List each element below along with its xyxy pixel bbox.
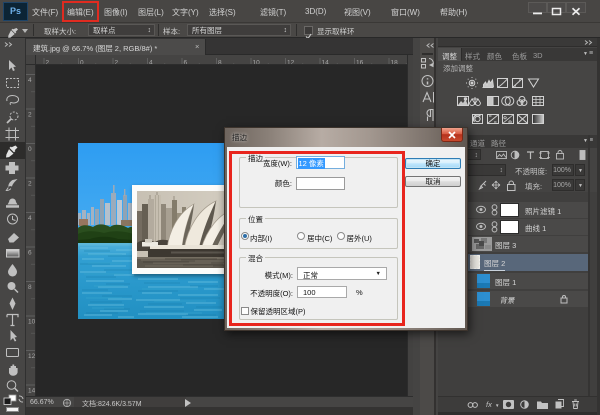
svg-text:4: 4 xyxy=(28,215,32,222)
svg-text:6: 6 xyxy=(28,250,32,257)
svg-text:8: 8 xyxy=(28,284,32,291)
svg-text:12: 12 xyxy=(28,353,36,360)
svg-text:14: 14 xyxy=(28,388,36,395)
svg-text:2: 2 xyxy=(28,112,32,119)
svg-text:4: 4 xyxy=(28,77,32,84)
svg-text:0: 0 xyxy=(28,146,32,153)
svg-text:2: 2 xyxy=(28,181,32,188)
svg-text:10: 10 xyxy=(28,319,36,326)
